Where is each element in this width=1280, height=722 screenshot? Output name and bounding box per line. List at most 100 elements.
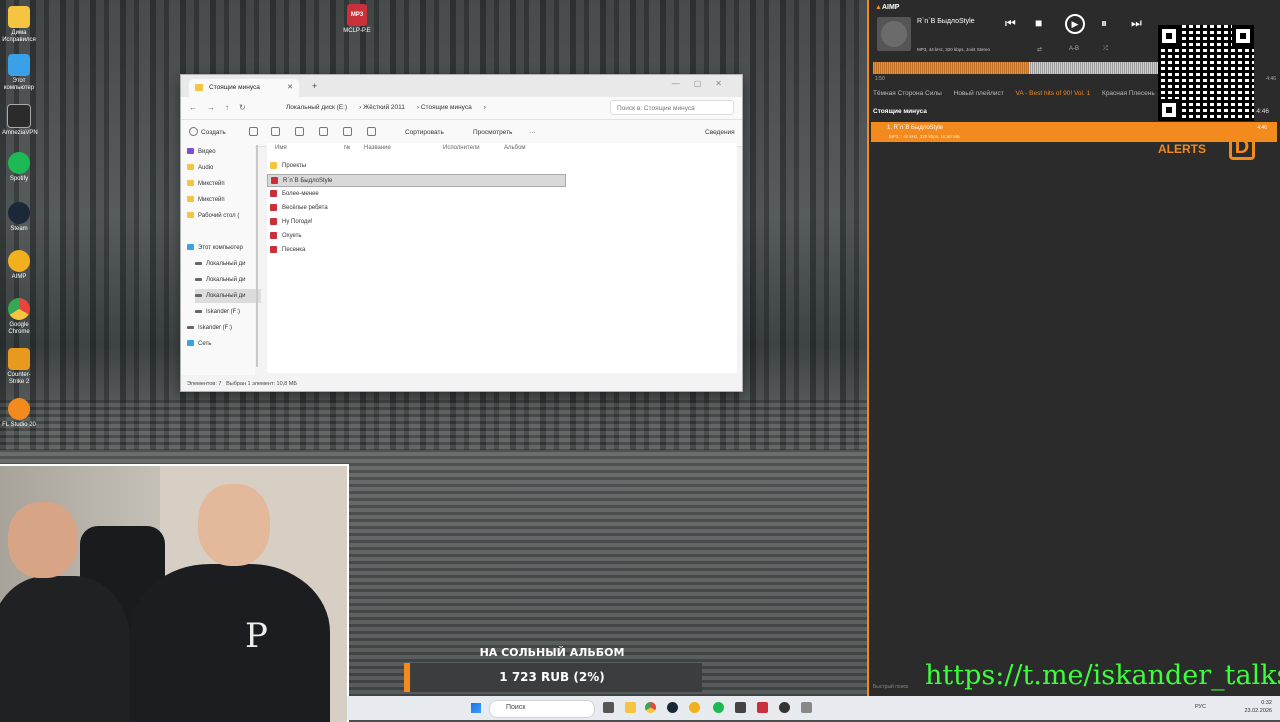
system-clock[interactable]: 0:32 23.02.2026 xyxy=(1244,699,1272,715)
create-button[interactable]: Создать xyxy=(201,129,226,136)
shuffle-icon[interactable]: ⤮ xyxy=(1103,46,1108,53)
column-header-name[interactable]: Имя xyxy=(275,145,287,151)
clock-time: 0:32 xyxy=(1261,700,1272,706)
mp3-file-icon: MP3 xyxy=(347,4,367,26)
waveform-remaining[interactable] xyxy=(1029,62,1159,74)
paste-icon[interactable] xyxy=(295,127,304,136)
column-header-title[interactable]: Название xyxy=(364,145,391,151)
cut-icon[interactable] xyxy=(249,127,258,136)
rename-icon[interactable] xyxy=(319,127,328,136)
steam-icon[interactable] xyxy=(667,702,678,713)
spotify-icon[interactable] xyxy=(713,702,724,713)
webcam-person-right-head xyxy=(198,484,270,566)
more-icon[interactable]: ··· xyxy=(529,129,536,136)
breadcrumb[interactable]: Локальный диск (E:) › Жёсткий 2011 › Стоящ… xyxy=(286,104,486,111)
desktop-icon-fl-studio[interactable]: FL Studio 20 xyxy=(2,398,36,429)
tab-playlist-active[interactable]: VA - Best hits of 90! Vol. 1 xyxy=(1016,90,1091,97)
nav-scrollbar[interactable] xyxy=(256,145,258,367)
track-title: R`n`B БыдлоStyle xyxy=(917,18,975,25)
desktop-icon-spotify[interactable]: Spotify xyxy=(2,152,36,183)
file-row[interactable]: Проекты xyxy=(267,160,566,173)
nav-item-drive-selected[interactable]: Локальный ди xyxy=(195,289,261,303)
nav-item-mixtape[interactable]: Микстейп xyxy=(187,177,253,191)
quick-search-input[interactable]: Быстрый поиск xyxy=(873,684,908,690)
breadcrumb-item[interactable]: Локальный диск (E:) xyxy=(286,104,347,111)
nav-item-mixtape-2[interactable]: Микстейп xyxy=(187,193,253,207)
desktop-icon-cs2[interactable]: Counter-Strike 2 xyxy=(2,348,36,386)
tab-playlist[interactable]: Новый плейлист xyxy=(954,90,1004,97)
nav-item-desktop[interactable]: Рабочий стол ( xyxy=(187,209,253,223)
copy-icon[interactable] xyxy=(271,127,280,136)
nav-arrows[interactable]: ←→↑↻ xyxy=(189,103,256,112)
file-row[interactable]: Охуеть xyxy=(267,230,566,243)
app-icon[interactable] xyxy=(757,702,768,713)
share-icon[interactable] xyxy=(343,127,352,136)
desktop-icon-amneziavpn[interactable]: AmneziaVPN xyxy=(2,104,38,137)
window-controls[interactable]: —▢✕ xyxy=(672,79,736,88)
webcam-person-right-body xyxy=(130,564,330,722)
breadcrumb-item[interactable]: Стоящие минуса xyxy=(421,104,472,111)
computer-icon xyxy=(187,244,194,251)
aimp-icon[interactable] xyxy=(689,702,700,713)
track-info: MP3, 44 kHz, 320 kbps, Joint Stereo xyxy=(917,47,991,52)
breadcrumb-item[interactable]: Жёсткий 2011 xyxy=(363,104,405,111)
tab-playlist[interactable]: Тёмная Сторона Силы xyxy=(873,90,942,97)
nav-item-audio[interactable]: Audio xyxy=(187,161,253,175)
ab-repeat-button[interactable]: A-B xyxy=(1069,46,1079,52)
close-tab-icon[interactable]: ✕ xyxy=(287,83,293,91)
nav-item-this-pc[interactable]: Этот компьютер xyxy=(187,241,253,255)
details-button[interactable]: Сведения xyxy=(705,129,735,136)
hoodie-logo: P xyxy=(245,616,268,656)
audio-file-icon xyxy=(270,245,277,253)
nav-item-video[interactable]: Видео xyxy=(187,145,253,159)
play-button[interactable]: ▶ xyxy=(1065,14,1085,34)
obs-icon[interactable] xyxy=(779,702,790,713)
sort-button[interactable]: Сортировать xyxy=(405,129,444,136)
file-row[interactable]: Весёлые ребята xyxy=(267,202,566,215)
explorer-navigation-pane: Видео Audio Микстейп Микстейп Рабочий ст… xyxy=(181,145,261,375)
task-view-icon[interactable] xyxy=(603,702,614,713)
repeat-icon[interactable]: ⇄ xyxy=(1037,46,1042,53)
desktop-icon-aimp[interactable]: AIMP xyxy=(2,250,36,281)
file-row[interactable]: Более-менее xyxy=(267,188,566,201)
previous-track-icon[interactable]: ⏮ xyxy=(1005,16,1016,31)
search-input[interactable]: Поиск в: Стоящие минуса xyxy=(610,100,734,115)
taskbar-search[interactable]: Поиск xyxy=(489,700,595,718)
folder-icon xyxy=(195,84,203,91)
folder-icon xyxy=(8,6,30,28)
stop-icon[interactable]: ■ xyxy=(1035,16,1042,30)
file-explorer-icon[interactable] xyxy=(625,702,636,713)
nav-item-iskander-2[interactable]: Iskander (F:) xyxy=(187,321,253,335)
file-row[interactable]: Ну Погоди! xyxy=(267,216,566,229)
next-track-icon[interactable]: ⏭ xyxy=(1131,16,1142,31)
spotify-icon xyxy=(8,152,30,174)
windows-start-icon[interactable] xyxy=(471,703,481,713)
clock-date: 23.02.2026 xyxy=(1244,708,1272,714)
desktop-icon-steam[interactable]: Steam xyxy=(2,202,36,233)
desktop-icon-chrome[interactable]: Google Chrome xyxy=(2,298,36,336)
app-icon[interactable] xyxy=(735,702,746,713)
column-header-artist[interactable]: Исполнители xyxy=(443,145,480,151)
explorer-tab[interactable]: Стоящие минуса ✕ xyxy=(189,79,299,97)
nav-item-network[interactable]: Сеть xyxy=(187,337,253,351)
nav-item-drive[interactable]: Локальный ди xyxy=(195,273,261,287)
explorer-titlebar: Стоящие минуса ✕ + —▢✕ xyxy=(181,75,742,97)
pause-icon[interactable]: ⏸ xyxy=(1101,16,1107,31)
column-header-number[interactable]: № xyxy=(344,145,350,151)
delete-icon[interactable] xyxy=(367,127,376,136)
nav-item-drive[interactable]: Локальный ди xyxy=(195,257,261,271)
desktop-icon-this-pc[interactable]: Этот компьютер xyxy=(2,54,36,92)
settings-icon[interactable] xyxy=(801,702,812,713)
file-row[interactable]: Песенка xyxy=(267,244,566,257)
nav-item-iskander[interactable]: Iskander (F:) xyxy=(195,305,261,319)
new-tab-button[interactable]: + xyxy=(312,81,317,91)
desktop-file-mp3[interactable]: MP3 MCLP-P.E xyxy=(340,4,374,34)
view-button[interactable]: Просмотреть xyxy=(473,129,512,136)
file-row-selected[interactable]: R`n`B БыдлоStyle xyxy=(267,174,566,187)
audio-file-icon xyxy=(270,231,277,239)
chrome-icon[interactable] xyxy=(645,702,656,713)
tab-playlist[interactable]: Красная Плесень xyxy=(1102,90,1155,97)
language-indicator[interactable]: РУС xyxy=(1195,704,1206,710)
column-header-album[interactable]: Альбом xyxy=(504,145,526,151)
desktop-icon-folder[interactable]: Дима Исправился xyxy=(2,6,36,44)
